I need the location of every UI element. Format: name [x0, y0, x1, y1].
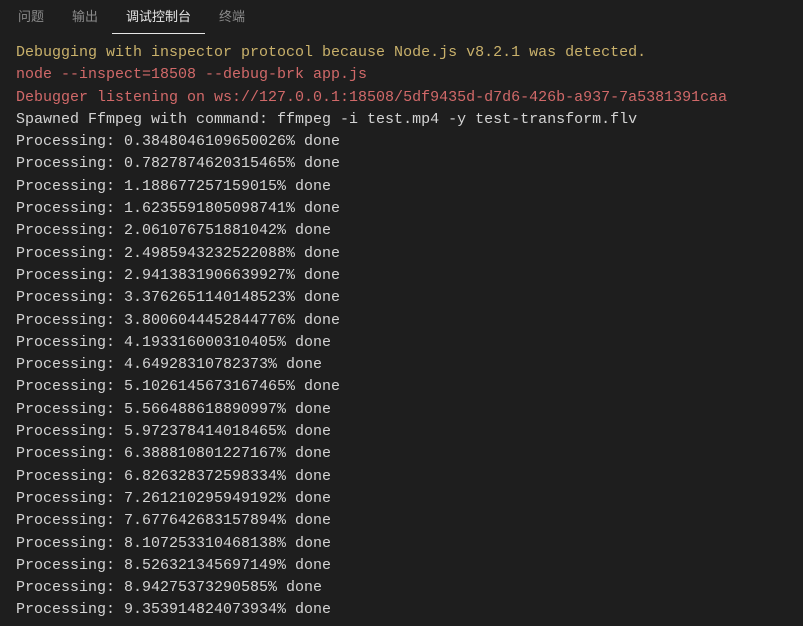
console-line: Processing: 8.107253310468138% done — [16, 533, 787, 555]
tab-problems[interactable]: 问题 — [4, 0, 58, 34]
console-line: Processing: 2.9413831906639927% done — [16, 265, 787, 287]
console-line: Processing: 5.972378414018465% done — [16, 421, 787, 443]
console-line: Processing: 7.677642683157894% done — [16, 510, 787, 532]
console-line: Processing: 2.061076751881042% done — [16, 220, 787, 242]
tab-debug-console[interactable]: 调试控制台 — [112, 0, 205, 34]
console-line: Processing: 4.193316000310405% done — [16, 332, 787, 354]
console-line: Processing: 3.3762651140148523% done — [16, 287, 787, 309]
console-line: Processing: 0.3848046109650026% done — [16, 131, 787, 153]
debug-console-output[interactable]: Debugging with inspector protocol becaus… — [0, 34, 803, 626]
console-line: Processing: 4.64928310782373% done — [16, 354, 787, 376]
console-line: node --inspect=18508 --debug-brk app.js — [16, 64, 787, 86]
console-line: Processing: 8.526321345697149% done — [16, 555, 787, 577]
console-line: Processing: 3.8006044452844776% done — [16, 310, 787, 332]
console-line: Processing: 0.7827874620315465% done — [16, 153, 787, 175]
console-line: Processing: 9.353914824073934% done — [16, 599, 787, 621]
console-line: Spawned Ffmpeg with command: ffmpeg -i t… — [16, 109, 787, 131]
panel-tab-bar: 问题输出调试控制台终端 — [0, 0, 803, 34]
console-line: Processing: 5.1026145673167465% done — [16, 376, 787, 398]
console-line: Debugger listening on ws://127.0.0.1:185… — [16, 87, 787, 109]
console-line: Processing: 6.388810801227167% done — [16, 443, 787, 465]
tab-terminal[interactable]: 终端 — [205, 0, 259, 34]
console-line: Processing: 1.6235591805098741% done — [16, 198, 787, 220]
console-line: Processing: 6.826328372598334% done — [16, 466, 787, 488]
console-line: Processing: 2.4985943232522088% done — [16, 243, 787, 265]
console-line: Processing: 5.566488618890997% done — [16, 399, 787, 421]
console-line: Processing: 8.94275373290585% done — [16, 577, 787, 599]
console-line: Processing: 7.261210295949192% done — [16, 488, 787, 510]
console-line: Processing: 1.188677257159015% done — [16, 176, 787, 198]
tab-output[interactable]: 输出 — [58, 0, 112, 34]
console-line: Debugging with inspector protocol becaus… — [16, 42, 787, 64]
